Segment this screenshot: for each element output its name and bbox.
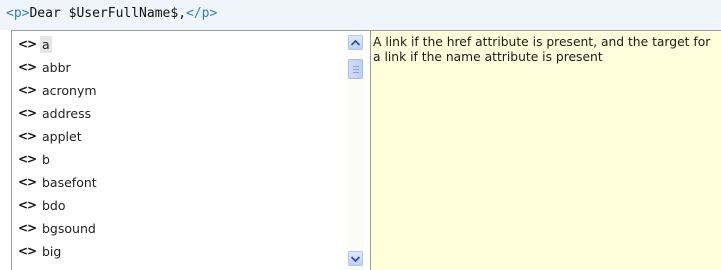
list-item[interactable]: <> bdo — [15, 194, 344, 216]
html-tag-icon: <> — [18, 152, 37, 166]
html-tag-icon: <> — [18, 244, 37, 258]
html-tag-icon: <> — [18, 198, 37, 212]
description-panel: A link if the href attribute is present,… — [370, 31, 721, 270]
list-item-label: basefont — [42, 174, 97, 190]
html-tag-icon: <> — [18, 175, 37, 189]
list-item[interactable]: <> big — [15, 240, 344, 262]
editor-line[interactable]: <p>Dear $UserFullName$,</p> — [0, 0, 721, 30]
list-item[interactable]: <> a — [15, 33, 344, 55]
tag-suggestion-list[interactable]: <> a <> abbr <> acronym <> address <> ap… — [12, 31, 347, 270]
list-item-label: bdo — [42, 197, 66, 213]
list-item[interactable]: <> abbr — [15, 56, 344, 78]
list-item-label: big — [42, 243, 62, 259]
html-tag-icon: <> — [18, 60, 37, 74]
list-item-label: address — [42, 105, 92, 121]
scroll-thumb[interactable] — [348, 59, 363, 79]
html-tag-icon: <> — [18, 221, 37, 235]
list-item[interactable]: <> address — [15, 102, 344, 124]
list-item-label: bgsound — [42, 220, 96, 236]
chevron-down-icon — [351, 255, 360, 262]
list-scrollbar[interactable] — [347, 31, 364, 270]
list-item[interactable]: <> acronym — [15, 79, 344, 101]
html-tag-icon: <> — [18, 37, 37, 51]
description-text: A link if the href attribute is present,… — [373, 35, 711, 64]
list-item-label: abbr — [42, 59, 71, 75]
chevron-up-icon — [351, 39, 360, 46]
open-tag: <p> — [6, 6, 30, 21]
code-text[interactable]: <p>Dear $UserFullName$,</p> — [6, 6, 217, 22]
list-item[interactable]: <> bgsound — [15, 217, 344, 239]
html-tag-icon: <> — [18, 129, 37, 143]
close-tag: </p> — [186, 6, 218, 21]
list-item-label: a — [40, 35, 52, 53]
autocomplete-popup: <> a <> abbr <> acronym <> address <> ap… — [11, 30, 721, 270]
list-item-label: b — [42, 151, 50, 167]
editor-text: Dear $UserFullName$, — [29, 6, 187, 21]
html-tag-icon: <> — [18, 106, 37, 120]
html-tag-icon: <> — [18, 83, 37, 97]
list-item-label: acronym — [42, 82, 97, 98]
scroll-down-button[interactable] — [348, 251, 363, 266]
scroll-up-button[interactable] — [348, 35, 363, 50]
list-item[interactable]: <> applet — [15, 125, 344, 147]
list-item-label: applet — [42, 128, 82, 144]
list-item[interactable]: <> b — [15, 148, 344, 170]
list-item[interactable]: <> basefont — [15, 171, 344, 193]
